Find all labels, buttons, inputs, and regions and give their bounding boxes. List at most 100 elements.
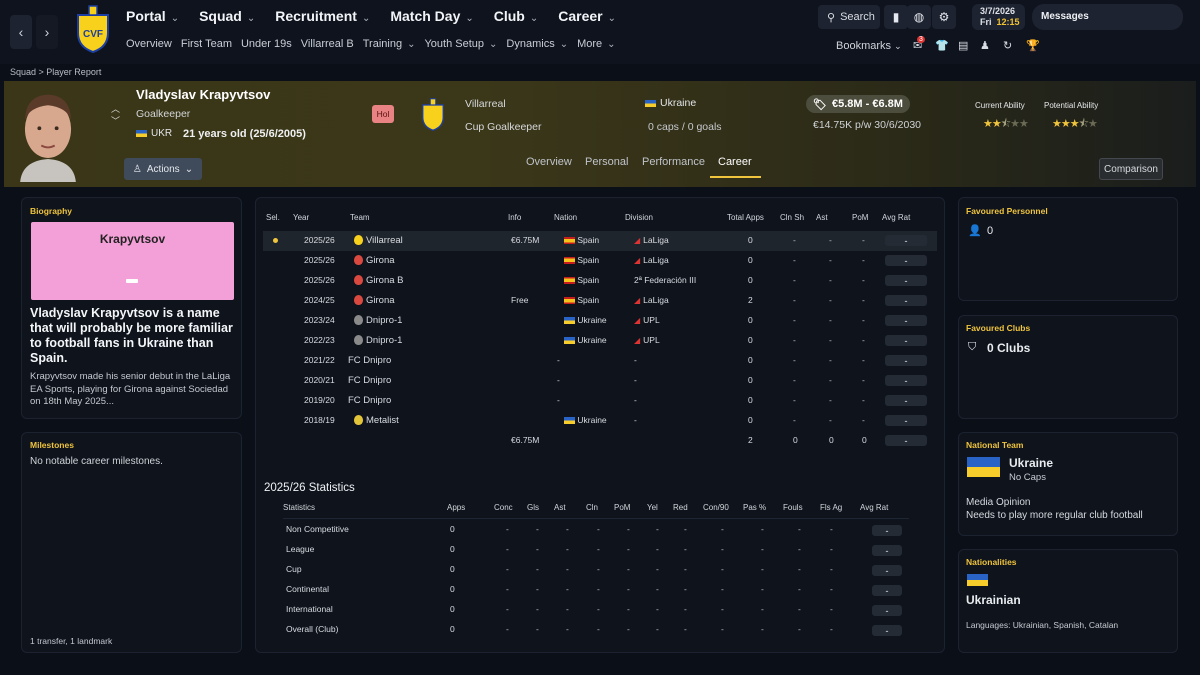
submenu-under-19s[interactable]: Under 19s xyxy=(241,38,292,50)
club-crest-icon[interactable]: CVF xyxy=(74,5,112,53)
col-team[interactable]: Team xyxy=(350,213,370,222)
breadcrumb-squad[interactable]: Squad xyxy=(10,67,36,77)
stat-col-header[interactable]: Ast xyxy=(554,503,566,512)
stat-col-header[interactable]: Gls xyxy=(527,503,539,512)
actions-button[interactable]: ♙ Actions ⌄ xyxy=(124,158,202,180)
club-crest-icon[interactable] xyxy=(420,98,446,131)
col-nation[interactable]: Nation xyxy=(554,213,577,222)
career-row[interactable]: 2025/26 Villarreal €6.75M Spain ◢ LaLiga 0 - - -… xyxy=(263,231,937,251)
career-division[interactable]: ◢ UPL xyxy=(634,315,660,325)
career-division[interactable]: - xyxy=(634,415,637,425)
stat-col-header[interactable]: Cln xyxy=(586,503,598,512)
menu-squad[interactable]: Squad ⌄ xyxy=(199,8,255,24)
career-row[interactable]: 2019/20 FC Dnipro - - 0 - - - - xyxy=(263,391,937,411)
col-total-apps[interactable]: Total Apps xyxy=(727,213,764,222)
player-switch[interactable]: ︿ ﹀ xyxy=(111,103,120,127)
stat-col-header[interactable]: PoM xyxy=(614,503,630,512)
trophy-icon[interactable]: 🏆 xyxy=(1026,39,1040,52)
chevron-down-icon[interactable]: ﹀ xyxy=(111,115,120,127)
career-team[interactable]: Metalist xyxy=(354,415,399,426)
career-team[interactable]: Girona B xyxy=(354,275,404,286)
submenu-more[interactable]: More ⌄ xyxy=(577,38,615,50)
transfer-value[interactable]: 🏷 €5.8M - €6.8M xyxy=(806,95,910,113)
bookmark-icon[interactable]: ▮ xyxy=(884,5,908,29)
career-division[interactable]: ◢ LaLiga xyxy=(634,255,669,265)
career-team[interactable]: Villarreal xyxy=(354,235,403,246)
col-pom[interactable]: PoM xyxy=(852,213,868,222)
gear-icon[interactable]: ⚙ xyxy=(932,5,956,29)
menu-portal[interactable]: Portal ⌄ xyxy=(126,8,179,24)
globe-icon[interactable]: ◍ xyxy=(907,5,931,29)
col-division[interactable]: Division xyxy=(625,213,653,222)
date-time[interactable]: 3/7/2026 Fri 12:15 xyxy=(972,4,1025,30)
career-team[interactable]: Girona xyxy=(354,295,395,306)
career-row[interactable]: 2023/24 Dnipro-1 Ukraine ◢ UPL 0 - - - - xyxy=(263,311,937,331)
career-division[interactable]: ◢ UPL xyxy=(634,335,660,345)
menu-career[interactable]: Career ⌄ xyxy=(558,8,616,24)
tab-career[interactable]: Career xyxy=(718,156,752,168)
submenu-training[interactable]: Training ⌄ xyxy=(363,38,416,50)
shirt-icon[interactable]: 👕 xyxy=(935,39,949,52)
career-division[interactable]: ◢ LaLiga xyxy=(634,235,669,245)
col-clean-sheets[interactable]: Cln Sh xyxy=(780,213,804,222)
tab-personal[interactable]: Personal xyxy=(585,156,628,168)
career-team[interactable]: FC Dnipro xyxy=(348,375,391,386)
chevron-up-icon[interactable]: ︿ xyxy=(111,103,120,115)
stat-col-header[interactable]: Red xyxy=(673,503,688,512)
stat-col-header[interactable]: Statistics xyxy=(283,503,315,512)
career-team[interactable]: FC Dnipro xyxy=(348,355,391,366)
stat-col-header[interactable]: Conc xyxy=(494,503,513,512)
search-button[interactable]: ⚲ Search xyxy=(818,5,880,29)
career-row[interactable]: 2021/22 FC Dnipro - - 0 - - - - xyxy=(263,351,937,371)
stat-col-header[interactable]: Pas % xyxy=(743,503,766,512)
bookmarks-menu[interactable]: Bookmarks ⌄ xyxy=(836,40,902,52)
submenu-youth-setup[interactable]: Youth Setup ⌄ xyxy=(424,38,497,50)
career-division[interactable]: 2ª Federación III xyxy=(634,275,696,285)
stat-row[interactable]: League 0 - - - - - - - - - - - - xyxy=(283,540,909,560)
stat-row[interactable]: Cup 0 - - - - - - - - - - - - xyxy=(283,560,909,580)
submenu-villarreal-b[interactable]: Villarreal B xyxy=(301,38,354,50)
career-team[interactable]: Dnipro-1 xyxy=(354,315,402,326)
career-team[interactable]: FC Dnipro xyxy=(348,395,391,406)
career-row[interactable]: 2022/23 Dnipro-1 Ukraine ◢ UPL 0 - - - - xyxy=(263,331,937,351)
career-division[interactable]: - xyxy=(634,375,637,385)
tab-overview[interactable]: Overview xyxy=(526,156,572,168)
player-club[interactable]: Villarreal xyxy=(465,98,506,110)
career-division[interactable]: - xyxy=(634,395,637,405)
stat-col-header[interactable]: Con/90 xyxy=(703,503,729,512)
menu-club[interactable]: Club ⌄ xyxy=(494,8,539,24)
career-team[interactable]: Girona xyxy=(354,255,395,266)
col-info[interactable]: Info xyxy=(508,213,521,222)
staff-icon[interactable]: ♟ xyxy=(980,39,990,52)
career-row[interactable]: 2025/26 Girona B Spain 2ª Federación III 0 -… xyxy=(263,271,937,291)
stat-col-header[interactable]: Avg Rat xyxy=(860,503,888,512)
submenu-first-team[interactable]: First Team xyxy=(181,38,232,50)
holiday-badge[interactable]: Hol xyxy=(372,105,394,123)
stat-col-header[interactable]: Apps xyxy=(447,503,465,512)
stat-row[interactable]: Continental 0 - - - - - - - - - - - - xyxy=(283,580,909,600)
col-assists[interactable]: Ast xyxy=(816,213,828,222)
messages-button[interactable]: Messages xyxy=(1032,4,1183,30)
stat-col-header[interactable]: Fouls xyxy=(783,503,803,512)
career-division[interactable]: - xyxy=(634,355,637,365)
clipboard-icon[interactable]: ▤ xyxy=(958,39,968,52)
stat-row[interactable]: International 0 - - - - - - - - - - - - xyxy=(283,600,909,620)
forward-button[interactable]: › xyxy=(36,15,58,49)
career-row[interactable]: 2024/25 Girona Free Spain ◢ LaLiga 2 - - - - xyxy=(263,291,937,311)
col-avg-rating[interactable]: Avg Rat xyxy=(882,213,910,222)
col-year[interactable]: Year xyxy=(293,213,309,222)
refresh-icon[interactable]: ↻ xyxy=(1003,39,1012,52)
notifications-icon[interactable]: ✉ 3 xyxy=(913,36,925,52)
col-sel[interactable]: Sel. xyxy=(266,213,280,222)
career-row[interactable]: 2025/26 Girona Spain ◢ LaLiga 0 - - - - xyxy=(263,251,937,271)
stat-row[interactable]: Non Competitive 0 - - - - - - - - - - - - xyxy=(283,520,909,540)
career-row[interactable]: 2020/21 FC Dnipro - - 0 - - - - xyxy=(263,371,937,391)
stat-col-header[interactable]: Fls Ag xyxy=(820,503,842,512)
stat-row[interactable]: Overall (Club) 0 - - - - - - - - - - - - xyxy=(283,620,909,640)
national-team-country[interactable]: Ukraine xyxy=(1009,456,1053,470)
player-national-team[interactable]: Ukraine xyxy=(645,97,696,109)
menu-match-day[interactable]: Match Day ⌄ xyxy=(390,8,473,24)
back-button[interactable]: ‹ xyxy=(10,15,32,49)
submenu-dynamics[interactable]: Dynamics ⌄ xyxy=(506,38,568,50)
menu-recruitment[interactable]: Recruitment ⌄ xyxy=(275,8,370,24)
